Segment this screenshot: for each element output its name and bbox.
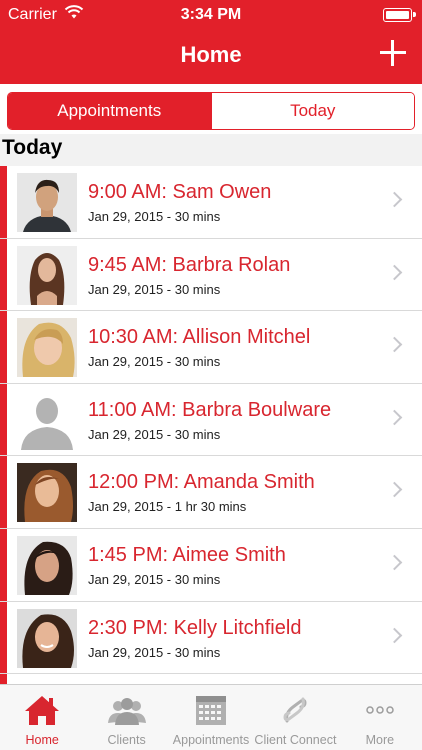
chevron-right-icon (386, 554, 403, 571)
chevron-right-icon (386, 191, 403, 208)
clients-icon (107, 698, 146, 725)
appointment-row[interactable]: 1:45 PM: Aimee Smith Jan 29, 2015 - 30 m… (0, 529, 422, 602)
chevron-right-icon (386, 264, 403, 280)
tab-more[interactable]: More (338, 685, 422, 750)
client-avatar (17, 608, 77, 668)
chevron-right-icon (386, 482, 403, 498)
more-icon (366, 706, 394, 714)
appointment-title: 12:00 PM: Amanda Smith (88, 471, 315, 494)
add-appointment-button[interactable] (378, 38, 408, 68)
battery-icon (383, 8, 416, 22)
tab-label: Home (25, 733, 59, 747)
tab-label: Client Connect (254, 733, 337, 747)
appointment-row[interactable]: 9:45 AM: Barbra Rolan Jan 29, 2015 - 30 … (0, 239, 422, 312)
chevron-right-icon (386, 627, 403, 643)
user-placeholder-icon (17, 390, 77, 450)
status-bar: Carrier 3:34 PM (0, 0, 422, 30)
client-avatar (17, 463, 77, 523)
tab-bar: Home Clients Appointments Client Connect… (0, 684, 422, 750)
tab-label: Appointments (172, 733, 250, 747)
client-avatar (17, 318, 77, 378)
appointment-title: 2:30 PM: Kelly Litchfield (88, 616, 302, 639)
client-avatar (17, 173, 77, 232)
home-icon (25, 696, 60, 725)
segment-today[interactable]: Today (210, 93, 414, 129)
appointment-subtitle: Jan 29, 2015 - 30 mins (88, 644, 221, 660)
chevron-right-icon (386, 336, 403, 353)
appointment-row[interactable]: 10:30 AM: Allison Mitchel Jan 29, 2015 -… (0, 311, 422, 384)
client-avatar (17, 535, 77, 595)
client-avatar (17, 245, 77, 305)
appointment-row[interactable]: 9:00 AM: Sam Owen Jan 29, 2015 - 30 mins (0, 166, 422, 239)
appointment-list: 9:00 AM: Sam Owen Jan 29, 2015 - 30 mins… (0, 166, 422, 675)
status-time: 3:34 PM (180, 6, 242, 23)
segment-appointments[interactable]: Appointments (8, 93, 211, 129)
appointment-subtitle: Jan 29, 2015 - 1 hr 30 mins (88, 499, 247, 515)
client-connect-icon (283, 697, 307, 723)
appointment-title: 10:30 AM: Allison Mitchel (88, 326, 311, 349)
tab-client-connect[interactable]: Client Connect (253, 685, 337, 750)
segmented-control: Appointments Today (7, 92, 415, 130)
appointment-subtitle: Jan 29, 2015 - 30 mins (88, 426, 221, 442)
appointment-row[interactable]: 11:00 AM: Barbra Boulware Jan 29, 2015 -… (0, 384, 422, 457)
appointment-title: 1:45 PM: Aimee Smith (88, 543, 286, 566)
tab-appointments[interactable]: Appointments (169, 685, 253, 750)
page-title: Home (180, 42, 242, 67)
appointment-title: 9:00 AM: Sam Owen (88, 181, 272, 203)
section-header-today: Today (0, 134, 422, 166)
tab-label: More (365, 733, 395, 747)
tab-label: Clients (107, 733, 146, 747)
calendar-icon (196, 696, 227, 725)
appointment-row[interactable]: 12:00 PM: Amanda Smith Jan 29, 2015 - 1 … (0, 456, 422, 529)
tab-clients[interactable]: Clients (84, 685, 168, 750)
appointment-row[interactable]: 2:30 PM: Kelly Litchfield Jan 29, 2015 -… (0, 602, 422, 675)
chevron-right-icon (386, 409, 403, 426)
appointment-subtitle: Jan 29, 2015 - 30 mins (88, 209, 221, 224)
navigation-header: Carrier 3:34 PM Home (0, 0, 422, 84)
appointment-subtitle: Jan 29, 2015 - 30 mins (88, 354, 221, 370)
appointment-subtitle: Jan 29, 2015 - 30 mins (88, 571, 221, 587)
appointment-title: 9:45 AM: Barbra Rolan (88, 253, 291, 276)
appointment-title: 11:00 AM: Barbra Boulware (88, 398, 332, 421)
tab-home[interactable]: Home (0, 685, 84, 750)
appointment-subtitle: Jan 29, 2015 - 30 mins (88, 281, 221, 297)
